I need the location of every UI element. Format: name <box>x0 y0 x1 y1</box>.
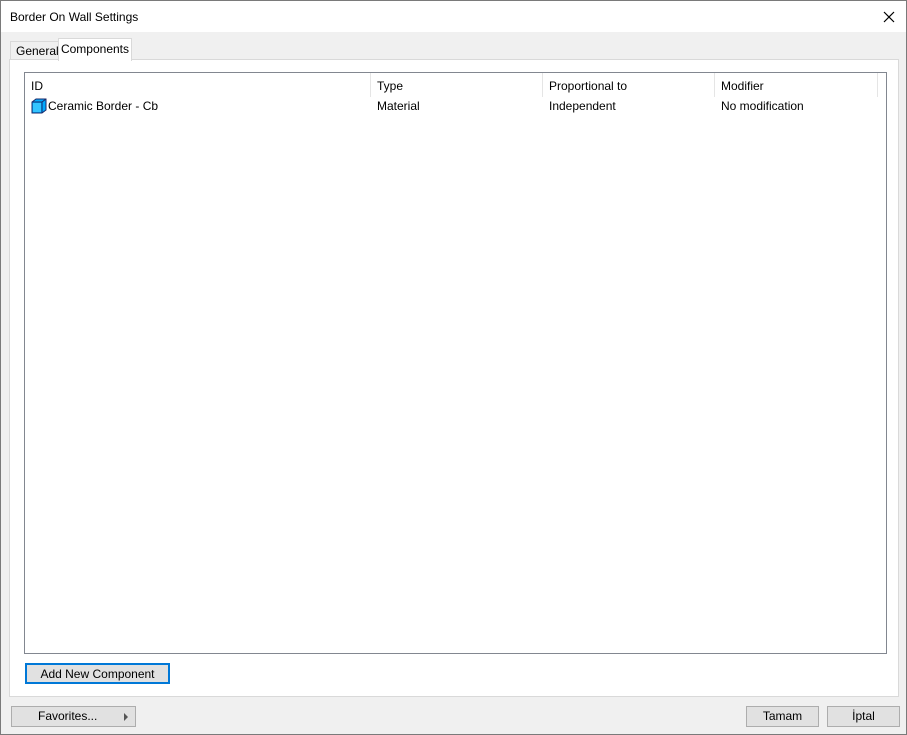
cell-modifier: No modification <box>721 99 804 113</box>
components-panel: ID Type Proportional to Modifier Ceramic… <box>9 59 899 697</box>
component-id: Ceramic Border - Cb <box>48 99 159 113</box>
column-header-id[interactable]: ID <box>25 73 371 97</box>
close-button[interactable] <box>872 1 906 32</box>
tab-components[interactable]: Components <box>58 38 132 61</box>
column-header-proportional-to[interactable]: Proportional to <box>543 73 715 97</box>
window-title: Border On Wall Settings <box>10 10 139 24</box>
column-header-modifier[interactable]: Modifier <box>715 73 878 97</box>
chevron-right-icon <box>124 713 128 721</box>
tab-strip: General Components <box>9 38 899 61</box>
dialog-window: Border On Wall Settings General Componen… <box>0 0 907 735</box>
cancel-button[interactable]: İptal <box>827 706 900 727</box>
list-header: ID Type Proportional to Modifier <box>25 73 886 97</box>
material-cube-icon <box>31 98 47 114</box>
favorites-button[interactable]: Favorites... <box>11 706 136 727</box>
cell-id: Ceramic Border - Cb <box>31 97 158 115</box>
components-list[interactable]: ID Type Proportional to Modifier Ceramic… <box>24 72 887 654</box>
favorites-label: Favorites... <box>38 709 98 723</box>
list-item[interactable]: Ceramic Border - Cb Material Independent… <box>25 97 886 115</box>
cell-type: Material <box>377 99 420 113</box>
ok-button[interactable]: Tamam <box>746 706 819 727</box>
add-new-component-button[interactable]: Add New Component <box>25 663 170 684</box>
title-bar: Border On Wall Settings <box>1 1 906 32</box>
cell-proportional-to: Independent <box>549 99 616 113</box>
close-icon <box>883 11 895 22</box>
tab-general[interactable]: General <box>10 41 59 60</box>
column-header-type[interactable]: Type <box>371 73 543 97</box>
